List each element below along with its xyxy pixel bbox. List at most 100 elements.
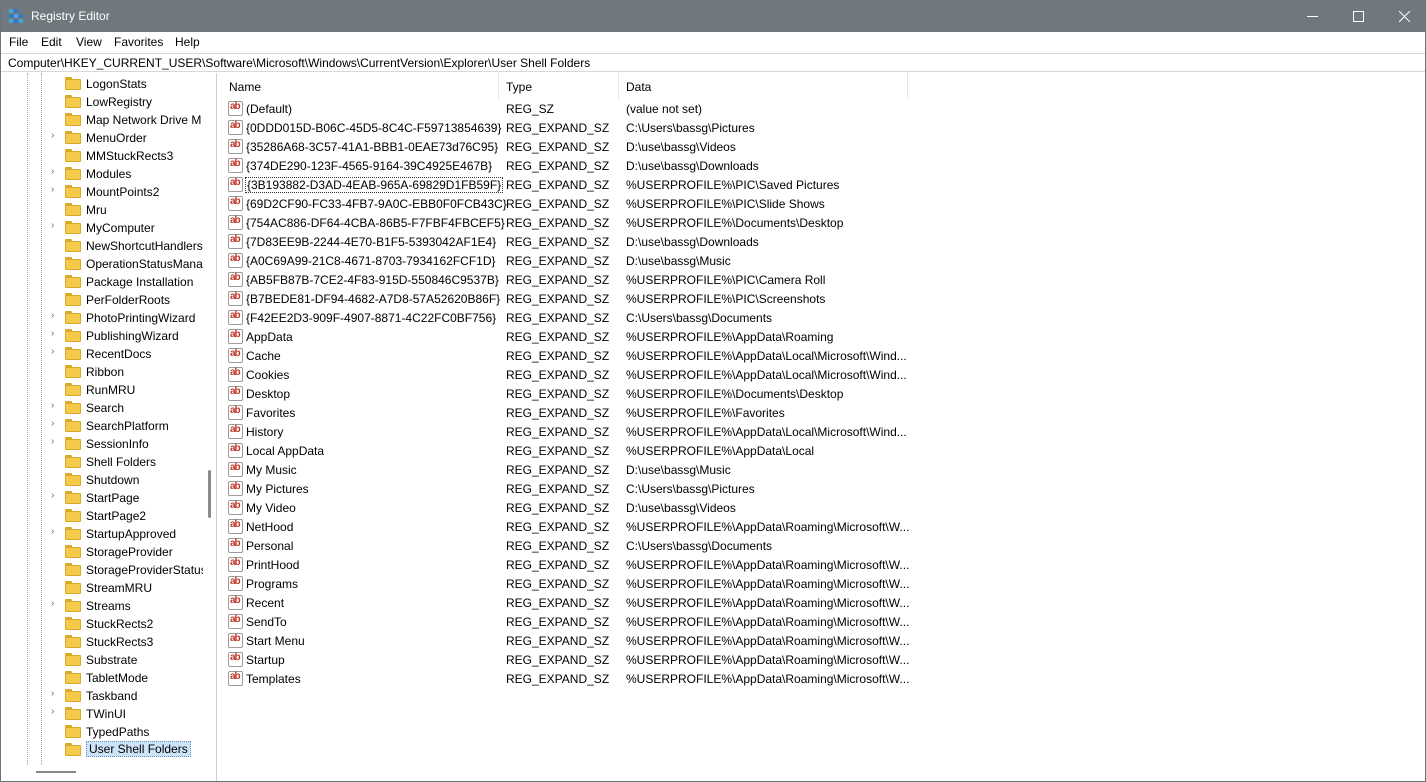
tree-item[interactable]: › PhotoPrintingWizard bbox=[51, 309, 211, 327]
tree-scroll-thumb[interactable] bbox=[208, 470, 211, 518]
chevron-right-icon[interactable]: › bbox=[51, 166, 61, 180]
chevron-right-icon[interactable]: › bbox=[51, 688, 61, 702]
tree-horizontal-scrollbar[interactable] bbox=[1, 765, 203, 779]
tree-item[interactable]: › SearchPlatform bbox=[51, 417, 211, 435]
tree-item[interactable]: StuckRects2 bbox=[51, 615, 211, 633]
value-row[interactable]: ab Desktop REG_EXPAND_SZ %USERPROFILE%\Docu… bbox=[222, 384, 1122, 403]
tree-item[interactable]: OperationStatusMana bbox=[51, 255, 211, 273]
value-row[interactable]: ab Templates REG_EXPAND_SZ %USERPROFILE%\Ap… bbox=[222, 669, 1122, 688]
chevron-right-icon[interactable]: › bbox=[51, 490, 61, 504]
column-header-data[interactable]: Data bbox=[619, 73, 908, 99]
value-row[interactable]: ab Start Menu REG_EXPAND_SZ %USERPROFILE%\A… bbox=[222, 631, 1122, 650]
tree-item[interactable]: MMStuckRects3 bbox=[51, 147, 211, 165]
tree-item[interactable]: › RecentDocs bbox=[51, 345, 211, 363]
tree-item[interactable]: › StartupApproved bbox=[51, 525, 211, 543]
tree-item[interactable]: › Search bbox=[51, 399, 211, 417]
tree-item[interactable]: Shell Folders bbox=[51, 453, 211, 471]
tree-item[interactable]: PerFolderRoots bbox=[51, 291, 211, 309]
value-row[interactable]: ab NetHood REG_EXPAND_SZ %USERPROFILE%\AppD… bbox=[222, 517, 1122, 536]
value-row[interactable]: ab SendTo REG_EXPAND_SZ %USERPROFILE%\AppDa… bbox=[222, 612, 1122, 631]
value-row[interactable]: ab {B7BEDE81-DF94-4682-A7D8-57A52620B86F}… bbox=[222, 289, 1122, 308]
address-bar[interactable]: Computer\HKEY_CURRENT_USER\Software\Micr… bbox=[1, 53, 1425, 72]
close-button[interactable] bbox=[1381, 1, 1426, 32]
value-row[interactable]: ab My Music REG_EXPAND_SZ D:\use\bassg\Musi… bbox=[222, 460, 1122, 479]
tree-item[interactable]: User Shell Folders bbox=[51, 741, 211, 759]
tree-item[interactable]: Package Installation bbox=[51, 273, 211, 291]
chevron-right-icon[interactable]: › bbox=[51, 184, 61, 198]
menu-edit[interactable]: Edit bbox=[41, 35, 62, 49]
value-row[interactable]: ab {69D2CF90-FC33-4FB7-9A0C-EBB0F0FCB43C}… bbox=[222, 194, 1122, 213]
value-row[interactable]: ab {754AC886-DF64-4CBA-86B5-F7FBF4FBCEF5}… bbox=[222, 213, 1122, 232]
tree-item[interactable]: LogonStats bbox=[51, 75, 211, 93]
value-row[interactable]: ab My Video REG_EXPAND_SZ D:\use\bassg\Vide… bbox=[222, 498, 1122, 517]
value-row[interactable]: ab Recent REG_EXPAND_SZ %USERPROFILE%\AppDa… bbox=[222, 593, 1122, 612]
chevron-right-icon[interactable]: › bbox=[51, 328, 61, 342]
tree-item[interactable]: › MenuOrder bbox=[51, 129, 211, 147]
value-row[interactable]: ab My Pictures REG_EXPAND_SZ C:\Users\bassg… bbox=[222, 479, 1122, 498]
value-row[interactable]: ab {AB5FB87B-7CE2-4F83-915D-550846C9537B}… bbox=[222, 270, 1122, 289]
value-row[interactable]: ab PrintHood REG_EXPAND_SZ %USERPROFILE%\Ap… bbox=[222, 555, 1122, 574]
value-row[interactable]: ab Local AppData REG_EXPAND_SZ %USERPROFILE… bbox=[222, 441, 1122, 460]
tree-item[interactable]: › MountPoints2 bbox=[51, 183, 211, 201]
value-row[interactable]: ab Personal REG_EXPAND_SZ C:\Users\bassg\Do… bbox=[222, 536, 1122, 555]
address-path[interactable]: Computer\HKEY_CURRENT_USER\Software\Micr… bbox=[8, 56, 590, 70]
tree-item[interactable]: StreamMRU bbox=[51, 579, 211, 597]
chevron-right-icon[interactable]: › bbox=[51, 220, 61, 234]
value-row[interactable]: ab AppData REG_EXPAND_SZ %USERPROFILE%\AppD… bbox=[222, 327, 1122, 346]
tree-item[interactable]: NewShortcutHandlers bbox=[51, 237, 211, 255]
key-tree-pane[interactable]: LogonStats LowRegistry Map Network Drive M… bbox=[1, 73, 217, 781]
value-row[interactable]: ab {F42EE2D3-909F-4907-8871-4C22FC0BF756}… bbox=[222, 308, 1122, 327]
value-row[interactable]: ab Favorites REG_EXPAND_SZ %USERPROFILE%\Fa… bbox=[222, 403, 1122, 422]
tree-vertical-scrollbar[interactable] bbox=[203, 73, 216, 763]
chevron-right-icon[interactable]: › bbox=[51, 526, 61, 540]
menu-favorites[interactable]: Favorites bbox=[114, 35, 163, 49]
minimize-button[interactable] bbox=[1289, 1, 1335, 32]
menu-help[interactable]: Help bbox=[175, 35, 200, 49]
value-row[interactable]: ab {7D83EE9B-2244-4E70-B1F5-5393042AF1E4}… bbox=[222, 232, 1122, 251]
chevron-right-icon[interactable]: › bbox=[51, 598, 61, 612]
maximize-button[interactable] bbox=[1335, 1, 1381, 32]
value-row[interactable]: ab Cache REG_EXPAND_SZ %USERPROFILE%\AppDat… bbox=[222, 346, 1122, 365]
value-row[interactable]: ab Cookies REG_EXPAND_SZ %USERPROFILE%\AppD… bbox=[222, 365, 1122, 384]
tree-item[interactable]: › Taskband bbox=[51, 687, 211, 705]
value-row[interactable]: ab History REG_EXPAND_SZ %USERPROFILE%\AppD… bbox=[222, 422, 1122, 441]
tree-item[interactable]: LowRegistry bbox=[51, 93, 211, 111]
column-header-name[interactable]: Name bbox=[222, 73, 499, 99]
tree-item[interactable]: › StartPage bbox=[51, 489, 211, 507]
tree-item[interactable]: › Streams bbox=[51, 597, 211, 615]
tree-hscroll-thumb[interactable] bbox=[36, 771, 76, 773]
tree-item[interactable]: TabletMode bbox=[51, 669, 211, 687]
menu-view[interactable]: View bbox=[76, 35, 102, 49]
value-row[interactable]: ab Programs REG_EXPAND_SZ %USERPROFILE%\App… bbox=[222, 574, 1122, 593]
value-row[interactable]: ab {374DE290-123F-4565-9164-39C4925E467B}… bbox=[222, 156, 1122, 175]
tree-item[interactable]: › Modules bbox=[51, 165, 211, 183]
tree-item[interactable]: Mru bbox=[51, 201, 211, 219]
tree-item[interactable]: › SessionInfo bbox=[51, 435, 211, 453]
tree-item[interactable]: TypedPaths bbox=[51, 723, 211, 741]
value-row[interactable]: ab Startup REG_EXPAND_SZ %USERPROFILE%\AppD… bbox=[222, 650, 1122, 669]
value-row[interactable]: ab {3B193882-D3AD-4EAB-965A-69829D1FB59F}… bbox=[222, 175, 1122, 194]
value-row[interactable]: ab (Default) REG_SZ (value not set) bbox=[222, 99, 1122, 118]
title-bar[interactable]: Registry Editor bbox=[1, 1, 1425, 32]
column-header-type[interactable]: Type bbox=[499, 73, 619, 99]
tree-item[interactable]: Substrate bbox=[51, 651, 211, 669]
values-list-pane[interactable]: Name Type Data ab (Default) REG_SZ (value n… bbox=[222, 73, 1425, 781]
tree-item[interactable]: › PublishingWizard bbox=[51, 327, 211, 345]
value-row[interactable]: ab {35286A68-3C57-41A1-BBB1-0EAE73d76C95}… bbox=[222, 137, 1122, 156]
value-row[interactable]: ab {0DDD015D-B06C-45D5-8C4C-F59713854639}… bbox=[222, 118, 1122, 137]
tree-item[interactable]: StorageProvider bbox=[51, 543, 211, 561]
tree-item[interactable]: StorageProviderStatus bbox=[51, 561, 211, 579]
tree-item[interactable]: Shutdown bbox=[51, 471, 211, 489]
chevron-right-icon[interactable]: › bbox=[51, 346, 61, 360]
chevron-right-icon[interactable]: › bbox=[51, 310, 61, 324]
tree-item[interactable]: StuckRects3 bbox=[51, 633, 211, 651]
tree-item[interactable]: StartPage2 bbox=[51, 507, 211, 525]
tree-item[interactable]: Map Network Drive M bbox=[51, 111, 211, 129]
chevron-right-icon[interactable]: › bbox=[51, 400, 61, 414]
value-row[interactable]: ab {A0C69A99-21C8-4671-8703-7934162FCF1D}… bbox=[222, 251, 1122, 270]
chevron-right-icon[interactable]: › bbox=[51, 706, 61, 720]
chevron-right-icon[interactable]: › bbox=[51, 436, 61, 450]
chevron-right-icon[interactable]: › bbox=[51, 130, 61, 144]
chevron-right-icon[interactable]: › bbox=[51, 418, 61, 432]
tree-item[interactable]: › MyComputer bbox=[51, 219, 211, 237]
